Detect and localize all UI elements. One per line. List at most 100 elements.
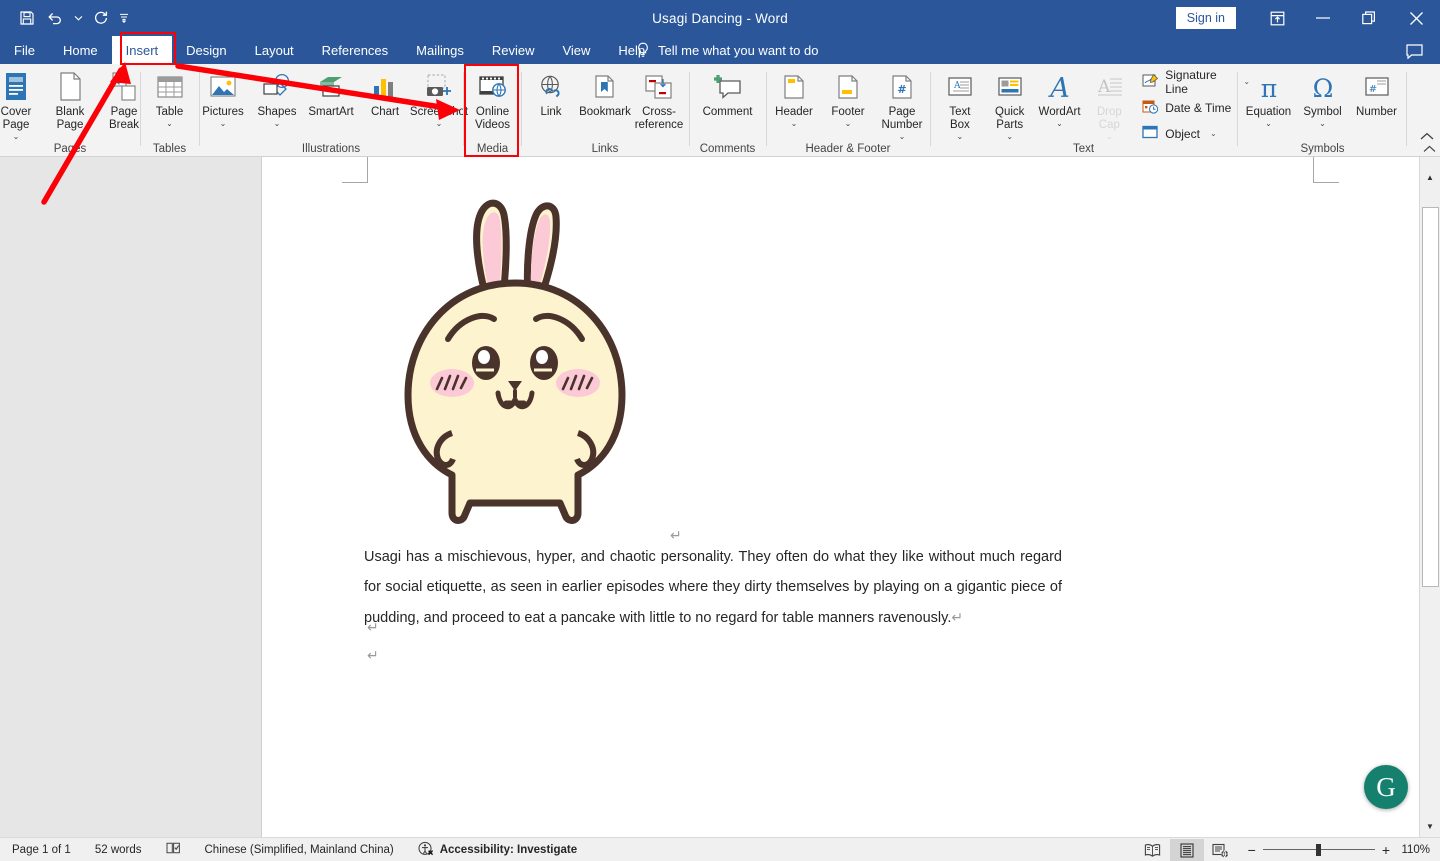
chevron-down-icon[interactable]: ⌄ (274, 120, 281, 128)
new-comment-icon (712, 69, 744, 103)
grammarly-button[interactable]: G (1364, 765, 1408, 809)
language-indicator[interactable]: Chinese (Simplified, Mainland China) (193, 844, 406, 856)
lightbulb-icon (636, 42, 650, 58)
zoom-level-label[interactable]: 110% (1400, 844, 1440, 856)
header-icon (780, 69, 808, 103)
status-bar-right: − + 110% (1136, 838, 1440, 861)
restore-icon[interactable] (1346, 0, 1392, 36)
date-time-button[interactable]: Date & Time (1140, 96, 1250, 119)
scrollbar-thumb[interactable] (1422, 207, 1439, 587)
table-button[interactable]: Table ⌄ (143, 64, 197, 128)
signature-line-button[interactable]: Signature Line ⌄ (1140, 68, 1250, 96)
zoom-slider-thumb[interactable] (1315, 844, 1321, 856)
scroll-down-button[interactable]: ▼ (1420, 816, 1440, 837)
accessibility-status[interactable]: Accessibility: Investigate (406, 841, 589, 859)
collapse-ribbon-icon[interactable] (1423, 144, 1436, 156)
tell-me-search[interactable]: Tell me what you want to do (636, 36, 818, 64)
chevron-down-icon[interactable]: ⌄ (957, 133, 964, 141)
close-icon[interactable] (1392, 0, 1440, 36)
bookmark-label: Bookmark (579, 106, 631, 118)
chevron-down-icon[interactable]: ⌄ (1006, 133, 1013, 141)
blank-page-button[interactable]: Blank Page (43, 64, 97, 132)
print-layout-view-button[interactable] (1169, 839, 1204, 861)
quick-parts-button[interactable]: Quick Parts ⌄ (985, 64, 1035, 141)
collapse-ribbon-icon[interactable] (1420, 132, 1434, 144)
cover-page-button[interactable]: Cover Page ⌄ (0, 64, 43, 141)
chevron-down-icon[interactable]: ⌄ (1056, 120, 1063, 128)
web-layout-view-button[interactable] (1204, 839, 1238, 861)
minimize-icon[interactable] (1300, 0, 1346, 36)
footer-button[interactable]: Footer ⌄ (821, 64, 875, 128)
page-indicator[interactable]: Page 1 of 1 (0, 844, 83, 856)
cross-reference-button[interactable]: Cross- reference (632, 64, 686, 132)
sign-in-button[interactable]: Sign in (1175, 6, 1236, 30)
text-box-button[interactable]: A Text Box ⌄ (935, 64, 985, 141)
object-button[interactable]: Object ⌄ (1140, 122, 1250, 145)
ribbon-group-tables: Table ⌄ Tables (141, 64, 198, 157)
symbol-label: Symbol (1303, 106, 1342, 118)
tab-references[interactable]: References (308, 36, 402, 64)
tab-file[interactable]: File (0, 36, 49, 64)
screenshot-icon (423, 69, 455, 103)
tab-review[interactable]: Review (478, 36, 549, 64)
page-number-label: Page Number (881, 106, 923, 131)
wordart-button[interactable]: A WordArt ⌄ (1035, 64, 1085, 128)
shapes-button[interactable]: Shapes ⌄ (250, 64, 304, 128)
tab-design[interactable]: Design (172, 36, 240, 64)
tab-mailings[interactable]: Mailings (402, 36, 478, 64)
proofing-status[interactable] (154, 841, 193, 858)
chevron-down-icon[interactable]: ⌄ (13, 133, 20, 141)
smartart-button[interactable]: SmartArt (304, 64, 358, 119)
new-comment-button[interactable]: Comment (692, 64, 764, 119)
text-box-icon: A (945, 69, 975, 103)
chevron-down-icon[interactable]: ⌄ (166, 120, 173, 128)
zoom-slider[interactable] (1262, 844, 1375, 856)
online-videos-button[interactable]: Online Videos (466, 64, 520, 132)
chevron-down-icon[interactable]: ⌄ (1265, 120, 1272, 128)
page-number-button[interactable]: # Page Number ⌄ (875, 64, 929, 141)
chart-button[interactable]: Chart (358, 64, 412, 119)
quick-parts-icon (995, 69, 1025, 103)
pictures-button[interactable]: Pictures ⌄ (196, 64, 250, 128)
number-button[interactable]: # Number (1350, 64, 1404, 119)
zoom-in-button[interactable]: + (1382, 842, 1390, 858)
object-icon (1142, 125, 1159, 142)
chevron-down-icon[interactable]: ⌄ (1210, 129, 1217, 138)
document-page[interactable]: ↵ Usagi has a mischievous, hyper, and ch… (262, 157, 1419, 837)
chevron-down-icon[interactable]: ⌄ (845, 120, 852, 128)
usagi-rabbit-illustration[interactable] (390, 187, 640, 532)
chevron-down-icon[interactable]: ⌄ (791, 120, 798, 128)
tab-insert[interactable]: Insert (111, 36, 173, 64)
document-paragraph[interactable]: Usagi has a mischievous, hyper, and chao… (364, 542, 1062, 633)
chevron-down-icon[interactable]: ⌄ (220, 120, 227, 128)
ribbon-display-options-icon[interactable] (1254, 0, 1300, 36)
drop-cap-button[interactable]: A Drop Cap ⌄ (1084, 64, 1134, 141)
page-number-icon: # (888, 69, 916, 103)
link-button[interactable]: Link (524, 64, 578, 119)
document-workspace: ↵ Usagi has a mischievous, hyper, and ch… (0, 157, 1440, 837)
bookmark-button[interactable]: Bookmark (578, 64, 632, 119)
cover-page-icon (1, 69, 31, 103)
language-label: Chinese (Simplified, Mainland China) (204, 843, 394, 856)
screenshot-button[interactable]: Screenshot ⌄ (410, 64, 468, 128)
accessibility-icon (418, 841, 434, 859)
chevron-down-icon[interactable]: ⌄ (1319, 120, 1326, 128)
link-icon (536, 69, 566, 103)
group-label-tables: Tables (152, 143, 187, 155)
zoom-out-button[interactable]: − (1248, 842, 1256, 858)
scroll-up-button[interactable]: ▲ (1420, 167, 1440, 188)
chevron-down-icon[interactable]: ⌄ (436, 120, 443, 128)
tab-home[interactable]: Home (49, 36, 112, 64)
comment-icon[interactable] (1394, 39, 1434, 63)
word-count[interactable]: 52 words (83, 844, 154, 856)
vertical-scrollbar[interactable]: ▲ ▼ (1419, 145, 1440, 837)
symbol-button[interactable]: Ω Symbol ⌄ (1296, 64, 1350, 128)
header-button[interactable]: Header ⌄ (767, 64, 821, 128)
tab-view[interactable]: View (548, 36, 604, 64)
svg-text:Ω: Ω (1312, 74, 1333, 103)
chevron-down-icon[interactable]: ⌄ (1106, 133, 1113, 141)
tab-layout[interactable]: Layout (241, 36, 308, 64)
chevron-down-icon[interactable]: ⌄ (899, 133, 906, 141)
read-mode-view-button[interactable] (1136, 839, 1170, 861)
equation-button[interactable]: π Equation ⌄ (1242, 64, 1296, 128)
